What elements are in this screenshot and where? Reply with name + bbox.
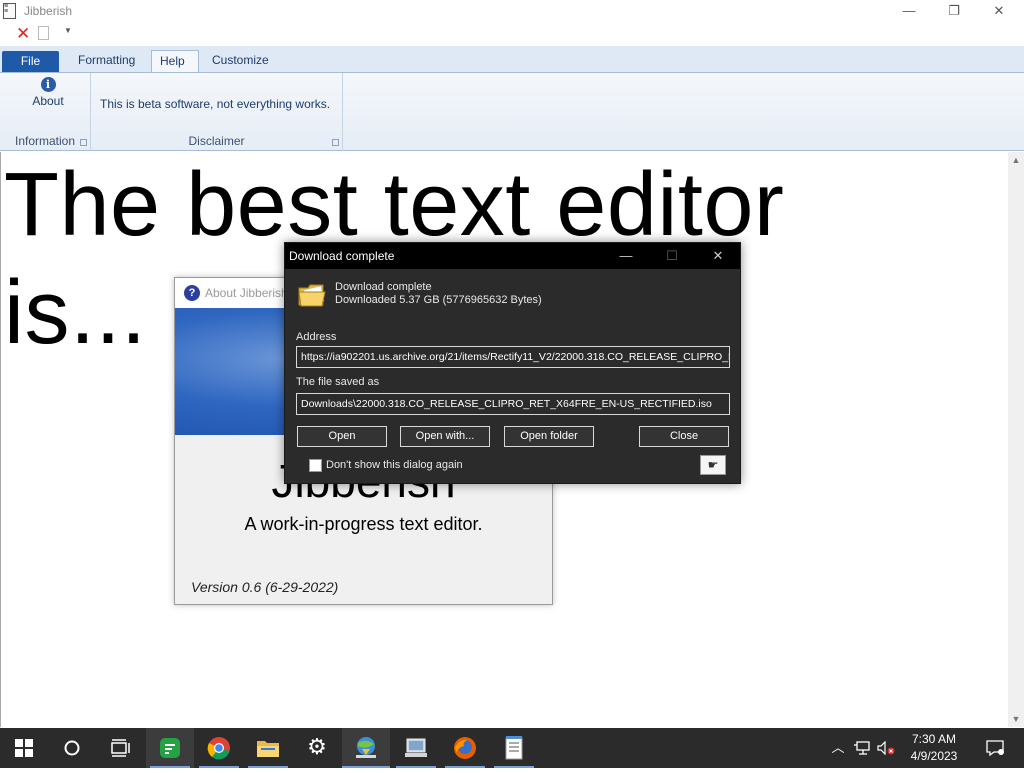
folder-icon — [257, 741, 279, 757]
new-document-icon[interactable] — [38, 26, 49, 40]
download-status-message: Download complete — [335, 281, 432, 293]
task-view-button[interactable] — [96, 728, 144, 768]
taskbar-app-download-manager[interactable] — [342, 728, 390, 768]
clock-time: 7:30 AM — [911, 732, 957, 746]
tab-file[interactable]: File — [2, 51, 59, 72]
title-bar: ≡ ≡ Jibberish — ❐ ✕ — [0, 0, 1024, 23]
dont-show-again-label: Don't show this dialog again — [326, 459, 463, 471]
taskbar-app-chrome[interactable] — [195, 728, 243, 768]
ribbon-group-information: i About Information — [0, 73, 91, 151]
close-button[interactable]: ✕ — [695, 243, 741, 269]
group-label-information: Information — [14, 134, 76, 148]
scroll-up-icon[interactable]: ▲ — [1008, 152, 1024, 168]
saved-path-field[interactable]: Downloads\22000.318.CO_RELEASE_CLIPRO_RE… — [296, 393, 730, 415]
open-with-button[interactable]: Open with... — [400, 426, 490, 447]
network-icon[interactable] — [850, 728, 874, 768]
open-button[interactable]: Open — [297, 426, 387, 447]
about-button-label: About — [32, 94, 64, 108]
maximize-button[interactable]: ❐ — [931, 0, 977, 23]
help-icon: ? — [184, 285, 200, 301]
firefox-icon — [454, 737, 476, 759]
group-label-disclaimer: Disclaimer — [188, 134, 245, 148]
maximize-button: ☐ — [666, 248, 678, 263]
about-dialog-title: About Jibberish — [205, 286, 288, 300]
taskbar-app-file-explorer[interactable] — [244, 728, 292, 768]
download-dialog-title: Download complete — [289, 249, 395, 263]
tab-formatting[interactable]: Formatting — [70, 50, 143, 72]
dialog-launcher-icon[interactable] — [332, 139, 339, 146]
disclaimer-text: This is beta software, not everything wo… — [100, 97, 331, 111]
notepad-icon — [505, 736, 523, 760]
search-icon — [64, 740, 80, 756]
tab-customize[interactable]: Customize — [204, 50, 277, 72]
dont-show-again-checkbox[interactable] — [309, 459, 322, 472]
window-title: Jibberish — [24, 4, 73, 18]
hand-pointer-icon[interactable]: ☛ — [700, 455, 726, 475]
chevron-down-icon[interactable]: ▼ — [64, 26, 72, 35]
chrome-icon — [207, 737, 230, 760]
minimize-button[interactable]: — — [886, 0, 932, 23]
download-size-detail: Downloaded 5.37 GB (5776965632 Bytes) — [335, 294, 542, 306]
download-manager-icon — [356, 737, 376, 758]
tab-help[interactable]: Help — [151, 50, 199, 72]
taskbar: ⚙ ︿ 7:30 AM 4/9/2023 — [0, 728, 1024, 768]
about-button[interactable]: i About — [20, 77, 76, 108]
clock-date: 4/9/2023 — [910, 749, 958, 763]
volume-muted-icon[interactable] — [875, 728, 897, 768]
scroll-down-icon[interactable]: ▼ — [1008, 711, 1024, 727]
about-version: Version 0.6 (6-29-2022) — [191, 579, 339, 595]
quick-access-toolbar: ✕ ▼ — [0, 23, 1024, 46]
close-button[interactable]: ✕ — [976, 0, 1022, 23]
dialog-launcher-icon[interactable] — [80, 139, 87, 146]
app-icon: ≡ ≡ — [3, 3, 16, 19]
address-field[interactable]: https://ia902201.us.archive.org/21/items… — [296, 346, 730, 368]
about-tagline: A work-in-progress text editor. — [244, 514, 483, 534]
task-view-icon — [111, 739, 130, 757]
open-folder-button[interactable]: Open folder — [504, 426, 594, 447]
flip-app-icon — [160, 738, 180, 758]
address-label: Address — [296, 331, 337, 343]
gear-icon: ⚙ — [307, 734, 327, 759]
ribbon-tabs: File Formatting Help Customize — [0, 46, 1024, 72]
delete-icon[interactable]: ✕ — [16, 24, 30, 44]
taskbar-app-firefox[interactable] — [441, 728, 489, 768]
ribbon: i About Information This is beta softwar… — [0, 72, 1024, 151]
computer-icon — [405, 738, 427, 757]
show-hidden-icons-chevron-up-icon[interactable]: ︿ — [828, 728, 848, 768]
taskbar-app-computer[interactable] — [392, 728, 440, 768]
notification-center-icon[interactable] — [980, 728, 1010, 768]
search-button[interactable] — [48, 728, 96, 768]
info-icon: i — [40, 77, 56, 92]
saved-as-label: The file saved as — [296, 376, 380, 388]
taskbar-app-flip[interactable] — [146, 728, 194, 768]
start-button[interactable] — [0, 728, 48, 768]
taskbar-app-notepad[interactable] — [490, 728, 538, 768]
editor-line-2: is... — [4, 263, 147, 363]
close-dialog-button[interactable]: Close — [639, 426, 729, 447]
system-clock[interactable]: 7:30 AM 4/9/2023 — [902, 731, 966, 765]
minimize-button[interactable]: — — [603, 243, 649, 269]
ribbon-group-disclaimer: This is beta software, not everything wo… — [91, 73, 343, 151]
taskbar-app-settings[interactable]: ⚙ — [293, 728, 341, 768]
vertical-scrollbar[interactable]: ▲ ▼ — [1008, 152, 1024, 727]
folder-icon — [298, 284, 326, 307]
windows-logo-icon — [15, 739, 33, 757]
download-complete-dialog: Download complete — ☐ ✕ Download complet… — [284, 242, 741, 484]
download-dialog-titlebar: Download complete — ☐ ✕ — [285, 243, 740, 269]
